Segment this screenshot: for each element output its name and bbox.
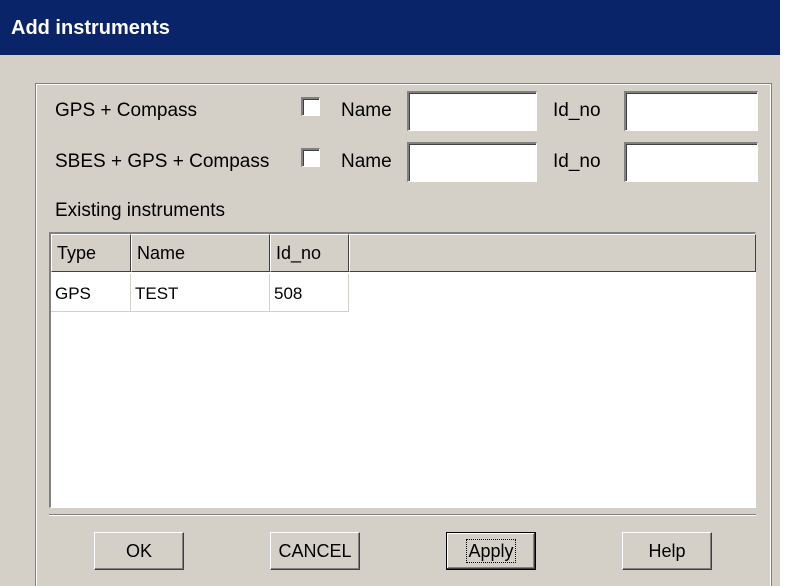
apply-button[interactable]: Apply xyxy=(446,532,536,570)
column-header-id-no[interactable]: Id_no xyxy=(270,234,349,272)
apply-button-label: Apply xyxy=(466,538,516,563)
sbes-gps-compass-name-field[interactable] xyxy=(407,142,537,182)
cell-name: TEST xyxy=(131,274,270,312)
cancel-button-label: CANCEL xyxy=(278,540,352,561)
existing-instruments-label: Existing instruments xyxy=(55,200,226,221)
add-instruments-dialog: Add instruments GPS + Compass Name Id_no… xyxy=(0,0,780,586)
existing-instruments-table[interactable]: Type Name Id_no GPS TEST 508 xyxy=(49,232,756,508)
help-button-label: Help xyxy=(648,540,686,561)
help-button[interactable]: Help xyxy=(622,532,712,570)
window-title: Add instruments xyxy=(11,17,170,39)
column-header-filler xyxy=(349,234,756,272)
cell-type: GPS xyxy=(51,274,131,312)
sbes-gps-compass-name-label: Name xyxy=(341,151,392,172)
gps-compass-id-label: Id_no xyxy=(553,100,601,121)
ok-button[interactable]: OK xyxy=(94,532,184,570)
cancel-button[interactable]: CANCEL xyxy=(270,532,360,570)
cell-id-no: 508 xyxy=(270,274,349,312)
ok-button-label: OK xyxy=(125,540,152,561)
column-header-type[interactable]: Type xyxy=(51,234,131,272)
gps-compass-name-field[interactable] xyxy=(407,91,537,131)
separator-highlight xyxy=(49,515,756,516)
gps-compass-id-field[interactable] xyxy=(624,91,758,131)
gps-compass-label: GPS + Compass xyxy=(55,100,198,121)
gps-compass-name-label: Name xyxy=(341,100,392,121)
sbes-gps-compass-id-label: Id_no xyxy=(553,151,601,172)
sbes-gps-compass-checkbox[interactable] xyxy=(301,148,320,167)
column-header-name[interactable]: Name xyxy=(131,234,270,272)
sbes-gps-compass-id-field[interactable] xyxy=(624,142,758,182)
title-bar[interactable]: Add instruments xyxy=(0,0,780,55)
sbes-gps-compass-label: SBES + GPS + Compass xyxy=(55,151,270,172)
gps-compass-checkbox[interactable] xyxy=(301,97,320,116)
